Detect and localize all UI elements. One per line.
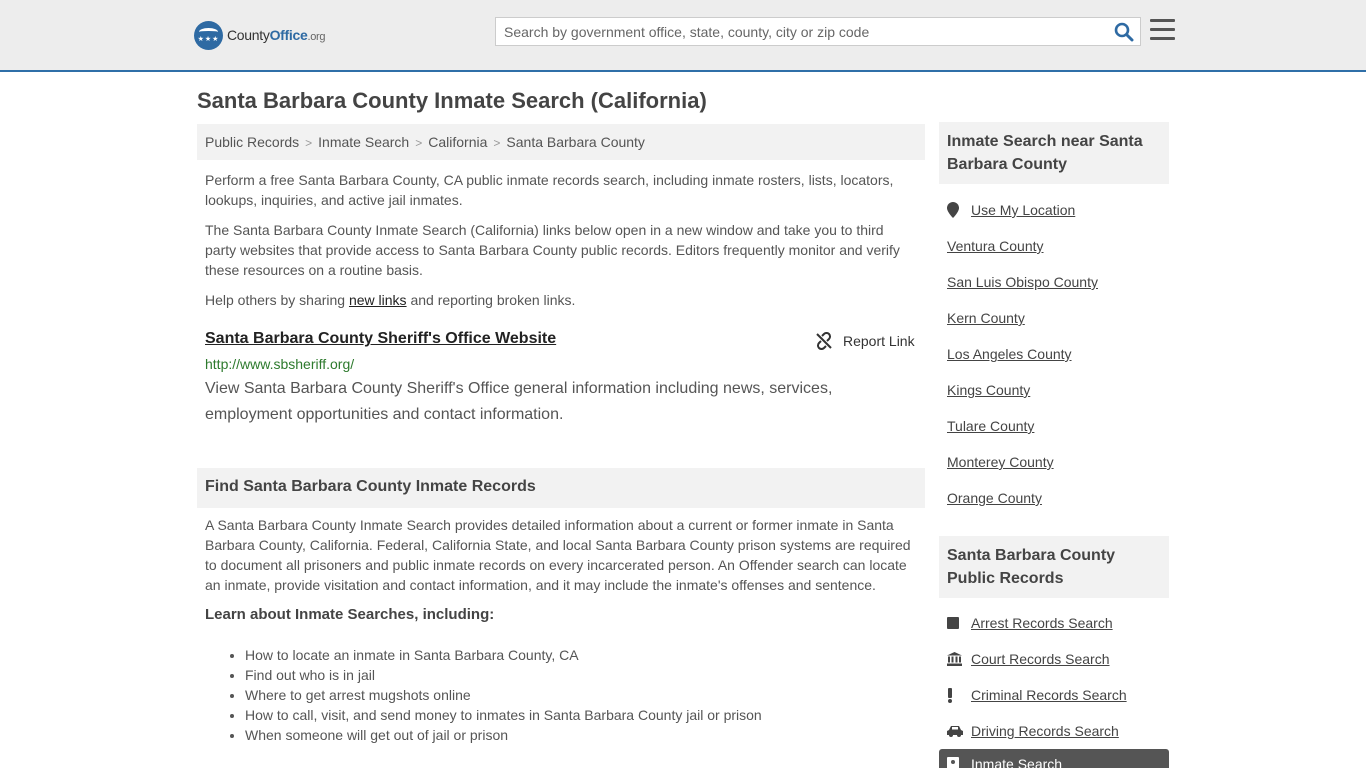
find-records-paragraph: A Santa Barbara County Inmate Search pro… [205, 517, 911, 593]
breadcrumb-california[interactable]: California [428, 134, 487, 150]
id-card-icon [947, 757, 971, 768]
find-records-heading: Find Santa Barbara County Inmate Records [197, 468, 925, 508]
use-location-item: Use My Location [947, 192, 1169, 228]
result-title-link[interactable]: Santa Barbara County Sheriff's Office We… [205, 330, 556, 347]
list-item: When someone will get out of jail or pri… [245, 725, 917, 745]
list-item: Tulare County [947, 408, 1169, 444]
nearby-county-link[interactable]: Ventura County [947, 238, 1044, 254]
arrest-records-link[interactable]: Arrest Records Search [971, 615, 1113, 631]
breadcrumb-inmate-search[interactable]: Inmate Search [318, 134, 409, 150]
driving-records-link[interactable]: Driving Records Search [971, 723, 1119, 739]
inmate-search-link[interactable]: Inmate Search [971, 756, 1062, 768]
breadcrumb-separator-icon: > [493, 136, 501, 150]
search-input[interactable] [496, 18, 1106, 45]
list-item: Driving Records Search [947, 713, 1169, 749]
breadcrumb-current: Santa Barbara County [506, 134, 645, 150]
list-item: Ventura County [947, 228, 1169, 264]
logo-text: CountyOffice.org [227, 27, 326, 43]
breadcrumb-separator-icon: > [305, 136, 313, 150]
public-records-list: Arrest Records Search Court Records Sear… [947, 605, 1169, 749]
list-item: San Luis Obispo County [947, 264, 1169, 300]
learn-heading: Learn about Inmate Searches, including: [205, 606, 495, 623]
find-records-body: A Santa Barbara County Inmate Search pro… [205, 515, 917, 745]
intro-paragraph-3: Help others by sharing new links and rep… [205, 292, 576, 308]
result-url: http://www.sbsheriff.org/ [205, 356, 355, 372]
list-item: Monterey County [947, 444, 1169, 480]
exclamation-icon [947, 687, 971, 703]
use-location-link[interactable]: Use My Location [971, 202, 1075, 218]
learn-list: How to locate an inmate in Santa Barbara… [205, 645, 917, 745]
list-item: Kings County [947, 372, 1169, 408]
new-links-link[interactable]: new links [349, 292, 407, 308]
breadcrumb-public-records[interactable]: Public Records [205, 134, 299, 150]
nearby-heading: Inmate Search near Santa Barbara County [939, 122, 1169, 184]
broken-link-icon [816, 332, 832, 350]
nearby-county-link[interactable]: Orange County [947, 490, 1042, 506]
map-pin-icon [947, 202, 971, 218]
nearby-county-link[interactable]: Kings County [947, 382, 1030, 398]
intro-paragraph-1: Perform a free Santa Barbara County, CA … [205, 172, 894, 208]
list-item: How to call, visit, and send money to in… [245, 705, 917, 725]
list-item: Los Angeles County [947, 336, 1169, 372]
list-item: Arrest Records Search [947, 605, 1169, 641]
courthouse-icon [947, 652, 971, 666]
report-link-button[interactable]: Report Link [815, 332, 915, 350]
eagle-seal-icon: ★★★ [194, 20, 223, 50]
nearby-county-link[interactable]: San Luis Obispo County [947, 274, 1098, 290]
result-description: View Santa Barbara County Sheriff's Offi… [205, 380, 833, 423]
site-header: ★★★ CountyOffice.org [0, 0, 1366, 72]
nearby-county-link[interactable]: Tulare County [947, 418, 1034, 434]
list-item: Orange County [947, 480, 1169, 516]
list-item: How to locate an inmate in Santa Barbara… [245, 645, 917, 665]
list-item: Kern County [947, 300, 1169, 336]
hamburger-menu-icon[interactable] [1150, 19, 1175, 41]
list-item: Find out who is in jail [245, 665, 917, 685]
nearby-list: Use My Location Ventura County San Luis … [947, 192, 1169, 516]
list-item: Where to get arrest mugshots online [245, 685, 917, 705]
court-records-link[interactable]: Court Records Search [971, 651, 1110, 667]
square-icon [947, 617, 971, 629]
breadcrumb: Public Records > Inmate Search > California >… [197, 124, 925, 160]
sidebar-item-inmate-search[interactable]: Inmate Search [939, 749, 1169, 768]
intro-paragraph-2: The Santa Barbara County Inmate Search (… [205, 222, 900, 278]
list-item: Court Records Search [947, 641, 1169, 677]
intro-text: Perform a free Santa Barbara County, CA … [205, 170, 917, 320]
search-button[interactable] [1114, 22, 1134, 42]
site-logo[interactable]: ★★★ CountyOffice.org [194, 20, 326, 50]
nearby-county-link[interactable]: Monterey County [947, 454, 1054, 470]
nearby-county-link[interactable]: Kern County [947, 310, 1025, 326]
list-item: Criminal Records Search [947, 677, 1169, 713]
car-icon [947, 725, 971, 737]
page-title: Santa Barbara County Inmate Search (Cali… [197, 88, 707, 113]
search-icon [1114, 22, 1134, 42]
criminal-records-link[interactable]: Criminal Records Search [971, 687, 1127, 703]
result-item: Santa Barbara County Sheriff's Office We… [205, 330, 917, 428]
nearby-county-link[interactable]: Los Angeles County [947, 346, 1072, 362]
breadcrumb-separator-icon: > [415, 136, 423, 150]
public-records-heading: Santa Barbara County Public Records [939, 536, 1169, 598]
search-box [495, 17, 1141, 46]
